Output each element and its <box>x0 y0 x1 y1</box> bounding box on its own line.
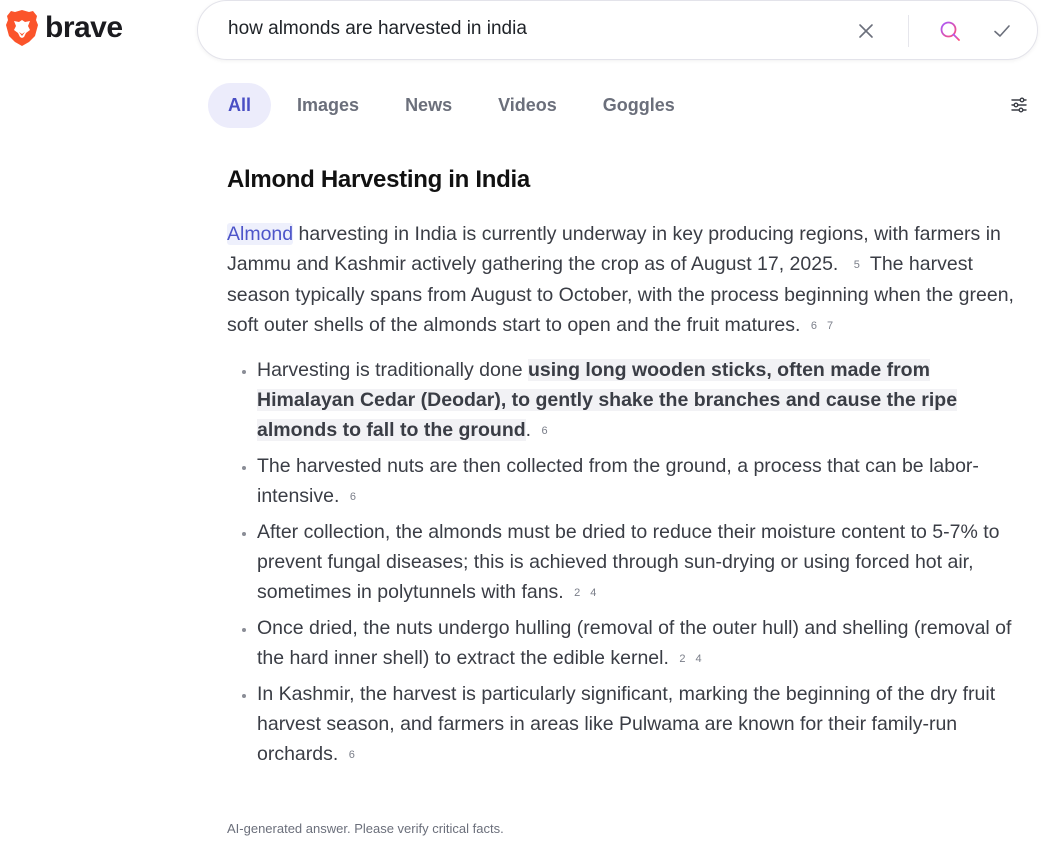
search-input[interactable] <box>228 18 828 40</box>
ai-answer: Almond harvesting in India is currently … <box>227 219 1017 775</box>
close-icon[interactable] <box>855 20 877 42</box>
citation-badge[interactable]: 6 <box>344 749 360 761</box>
list-item: In Kashmir, the harvest is particularly … <box>257 679 1017 770</box>
citation-badge[interactable]: 4 <box>690 653 706 665</box>
tab-goggles[interactable]: Goggles <box>583 83 695 128</box>
brand-name: brave <box>45 11 123 44</box>
tab-images[interactable]: Images <box>277 83 379 128</box>
search-icon[interactable] <box>938 19 962 43</box>
search-bar-divider <box>908 15 909 47</box>
bullet-text: Once dried, the nuts undergo hulling (re… <box>257 617 1012 669</box>
brave-logo[interactable]: brave <box>5 9 123 47</box>
citation-badge[interactable]: 7 <box>822 320 838 332</box>
tab-videos[interactable]: Videos <box>478 83 577 128</box>
citation-badge[interactable]: 6 <box>345 491 361 503</box>
bullet-text: After collection, the almonds must be dr… <box>257 521 1000 603</box>
answer-title: Almond Harvesting in India <box>227 166 530 193</box>
sliders-icon[interactable] <box>1009 95 1029 115</box>
list-item: Harvesting is traditionally done using l… <box>257 355 1017 446</box>
answer-bullets: Harvesting is traditionally done using l… <box>227 355 1017 770</box>
entity-link-almond[interactable]: Almond <box>227 223 294 245</box>
citation-badge[interactable]: 2 <box>569 587 585 599</box>
check-icon[interactable] <box>990 19 1014 43</box>
bullet-text: The harvested nuts are then collected fr… <box>257 455 979 507</box>
bullet-text: In Kashmir, the harvest is particularly … <box>257 683 996 765</box>
citation-badge[interactable]: 5 <box>844 259 870 271</box>
citation-badge[interactable]: 6 <box>537 425 553 437</box>
tab-news[interactable]: News <box>385 83 472 128</box>
search-tabs: All Images News Videos Goggles <box>208 83 701 128</box>
list-item: Once dried, the nuts undergo hulling (re… <box>257 613 1017 674</box>
bullet-text: . <box>525 419 532 441</box>
ai-disclaimer: AI-generated answer. Please verify criti… <box>227 821 504 836</box>
citation-badge[interactable]: 4 <box>585 587 601 599</box>
tab-all[interactable]: All <box>208 83 272 128</box>
citation-badge[interactable]: 6 <box>806 320 822 332</box>
answer-intro: Almond harvesting in India is currently … <box>227 219 1017 341</box>
list-item: The harvested nuts are then collected fr… <box>257 451 1017 512</box>
bullet-text: Harvesting is traditionally done <box>257 359 528 381</box>
list-item: After collection, the almonds must be dr… <box>257 517 1017 608</box>
brave-lion-icon <box>6 10 38 46</box>
search-bar <box>197 0 1038 60</box>
citation-badge[interactable]: 2 <box>674 653 690 665</box>
